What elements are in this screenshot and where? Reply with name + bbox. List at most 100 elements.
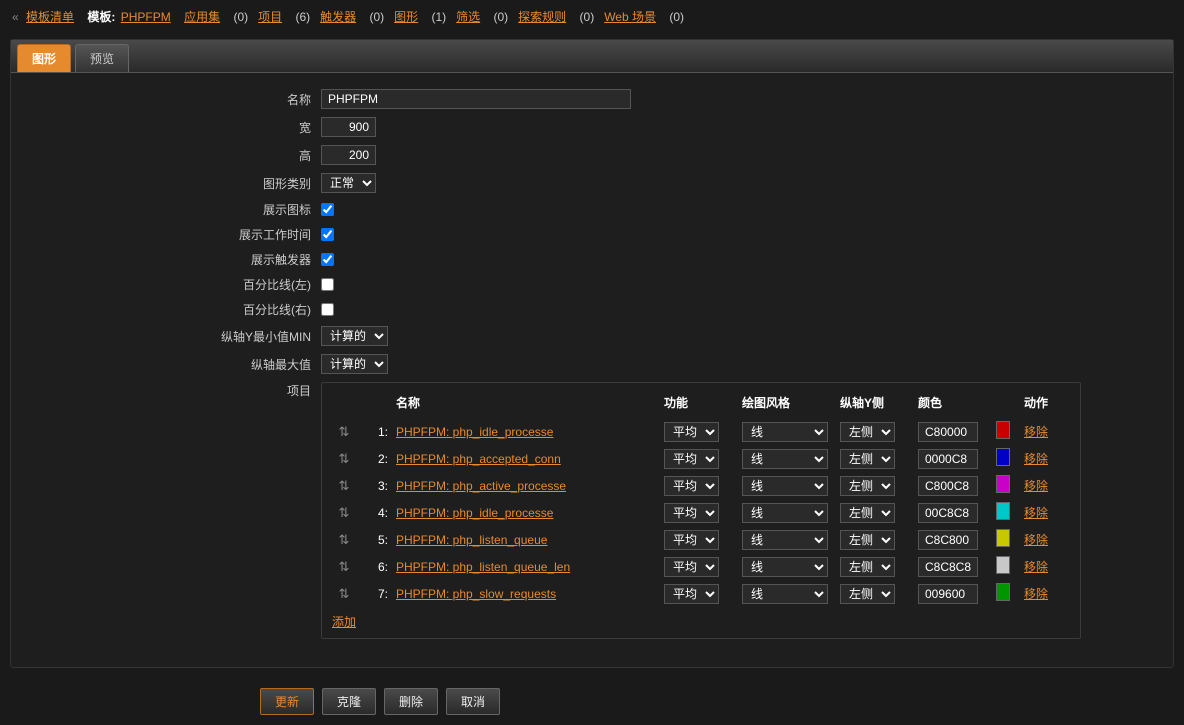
select-type[interactable]: 正常 [321, 173, 376, 193]
breadcrumb-link[interactable]: Web 场景 [604, 10, 656, 24]
select-func[interactable]: 平均 [664, 530, 719, 550]
checkbox-legend[interactable] [321, 203, 334, 216]
item-row: ⇅7:PHPFPM: php_slow_requests平均线左侧移除 [332, 580, 1070, 607]
item-name-link[interactable]: PHPFPM: php_listen_queue_len [396, 560, 570, 574]
select-side[interactable]: 左侧 [840, 584, 895, 604]
checkbox-pctleft[interactable] [321, 278, 334, 291]
breadcrumb-back-icon: « [12, 10, 19, 24]
select-style[interactable]: 线 [742, 557, 828, 577]
label-width: 宽 [31, 119, 321, 136]
color-swatch[interactable] [996, 475, 1010, 493]
select-func[interactable]: 平均 [664, 557, 719, 577]
input-color[interactable] [918, 449, 978, 469]
breadcrumb-count: (0) [490, 10, 508, 24]
item-name-link[interactable]: PHPFPM: php_idle_processe [396, 506, 553, 520]
remove-link[interactable]: 移除 [1024, 533, 1048, 547]
breadcrumb-count: (6) [292, 10, 310, 24]
input-color[interactable] [918, 476, 978, 496]
select-style[interactable]: 线 [742, 530, 828, 550]
remove-link[interactable]: 移除 [1024, 560, 1048, 574]
breadcrumb-link[interactable]: 触发器 [320, 10, 356, 24]
breadcrumb-template-name[interactable]: PHPFPM [121, 10, 171, 24]
item-name-link[interactable]: PHPFPM: php_active_processe [396, 479, 566, 493]
items-header: 名称 功能 绘图风格 纵轴Y侧 颜色 动作 [332, 391, 1070, 414]
select-ymax[interactable]: 计算的 [321, 354, 388, 374]
select-func[interactable]: 平均 [664, 503, 719, 523]
checkbox-worktime[interactable] [321, 228, 334, 241]
update-button[interactable]: 更新 [260, 688, 314, 715]
select-side[interactable]: 左侧 [840, 530, 895, 550]
remove-link[interactable]: 移除 [1024, 452, 1048, 466]
label-height: 高 [31, 147, 321, 164]
select-style[interactable]: 线 [742, 476, 828, 496]
label-pctright: 百分比线(右) [31, 301, 321, 318]
col-color: 颜色 [918, 394, 988, 411]
remove-link[interactable]: 移除 [1024, 587, 1048, 601]
item-name-link[interactable]: PHPFPM: php_accepted_conn [396, 452, 561, 466]
item-row: ⇅3:PHPFPM: php_active_processe平均线左侧移除 [332, 472, 1070, 499]
select-side[interactable]: 左侧 [840, 557, 895, 577]
drag-handle-icon[interactable]: ⇅ [332, 532, 356, 548]
color-swatch[interactable] [996, 448, 1010, 466]
items-box: 名称 功能 绘图风格 纵轴Y侧 颜色 动作 ⇅1:PHPFPM: php_idl… [321, 382, 1081, 639]
color-swatch[interactable] [996, 421, 1010, 439]
item-row: ⇅4:PHPFPM: php_idle_processe平均线左侧移除 [332, 499, 1070, 526]
add-item-link[interactable]: 添加 [332, 615, 356, 629]
select-side[interactable]: 左侧 [840, 503, 895, 523]
drag-handle-icon[interactable]: ⇅ [332, 505, 356, 521]
breadcrumb-link[interactable]: 应用集 [184, 10, 220, 24]
breadcrumb-link[interactable]: 筛选 [456, 10, 480, 24]
select-style[interactable]: 线 [742, 449, 828, 469]
tab-preview[interactable]: 预览 [75, 44, 129, 72]
color-swatch[interactable] [996, 556, 1010, 574]
select-func[interactable]: 平均 [664, 476, 719, 496]
color-swatch[interactable] [996, 583, 1010, 601]
remove-link[interactable]: 移除 [1024, 479, 1048, 493]
input-color[interactable] [918, 557, 978, 577]
cancel-button[interactable]: 取消 [446, 688, 500, 715]
input-color[interactable] [918, 503, 978, 523]
input-color[interactable] [918, 530, 978, 550]
breadcrumb-template-list[interactable]: 模板清单 [26, 10, 74, 24]
checkbox-pctright[interactable] [321, 303, 334, 316]
drag-handle-icon[interactable]: ⇅ [332, 478, 356, 494]
tab-graph[interactable]: 图形 [17, 44, 71, 72]
delete-button[interactable]: 删除 [384, 688, 438, 715]
select-func[interactable]: 平均 [664, 449, 719, 469]
select-side[interactable]: 左侧 [840, 422, 895, 442]
breadcrumb-link[interactable]: 探索规则 [518, 10, 566, 24]
remove-link[interactable]: 移除 [1024, 506, 1048, 520]
input-color[interactable] [918, 584, 978, 604]
select-style[interactable]: 线 [742, 584, 828, 604]
drag-handle-icon[interactable]: ⇅ [332, 559, 356, 575]
select-style[interactable]: 线 [742, 422, 828, 442]
input-height[interactable] [321, 145, 376, 165]
color-swatch[interactable] [996, 529, 1010, 547]
breadcrumb-link[interactable]: 图形 [394, 10, 418, 24]
select-func[interactable]: 平均 [664, 584, 719, 604]
breadcrumb-link[interactable]: 项目 [258, 10, 282, 24]
color-swatch[interactable] [996, 502, 1010, 520]
item-row: ⇅ 5: PHPFPM: php_listen_queue 平均 线左侧 移除 [332, 526, 1070, 553]
item-name-link[interactable]: PHPFPM: php_listen_queue [396, 533, 547, 547]
checkbox-triggers[interactable] [321, 253, 334, 266]
select-side[interactable]: 左侧 [840, 476, 895, 496]
drag-handle-icon[interactable]: ⇅ [332, 451, 356, 467]
drag-handle-icon[interactable]: ⇅ [332, 424, 356, 440]
drag-handle-icon[interactable]: ⇅ [332, 586, 356, 602]
label-ymax: 纵轴最大值 [31, 356, 321, 373]
col-action: 动作 [1024, 394, 1074, 411]
input-color[interactable] [918, 422, 978, 442]
clone-button[interactable]: 克隆 [322, 688, 376, 715]
row-number: 5: [364, 533, 388, 547]
input-width[interactable] [321, 117, 376, 137]
item-name-link[interactable]: PHPFPM: php_idle_processe [396, 425, 553, 439]
select-func[interactable]: 平均 [664, 422, 719, 442]
input-name[interactable] [321, 89, 631, 109]
select-ymin[interactable]: 计算的 [321, 326, 388, 346]
remove-link[interactable]: 移除 [1024, 425, 1048, 439]
select-style[interactable]: 线 [742, 503, 828, 523]
col-yaxis: 纵轴Y侧 [840, 394, 910, 411]
item-name-link[interactable]: PHPFPM: php_slow_requests [396, 587, 556, 601]
select-side[interactable]: 左侧 [840, 449, 895, 469]
